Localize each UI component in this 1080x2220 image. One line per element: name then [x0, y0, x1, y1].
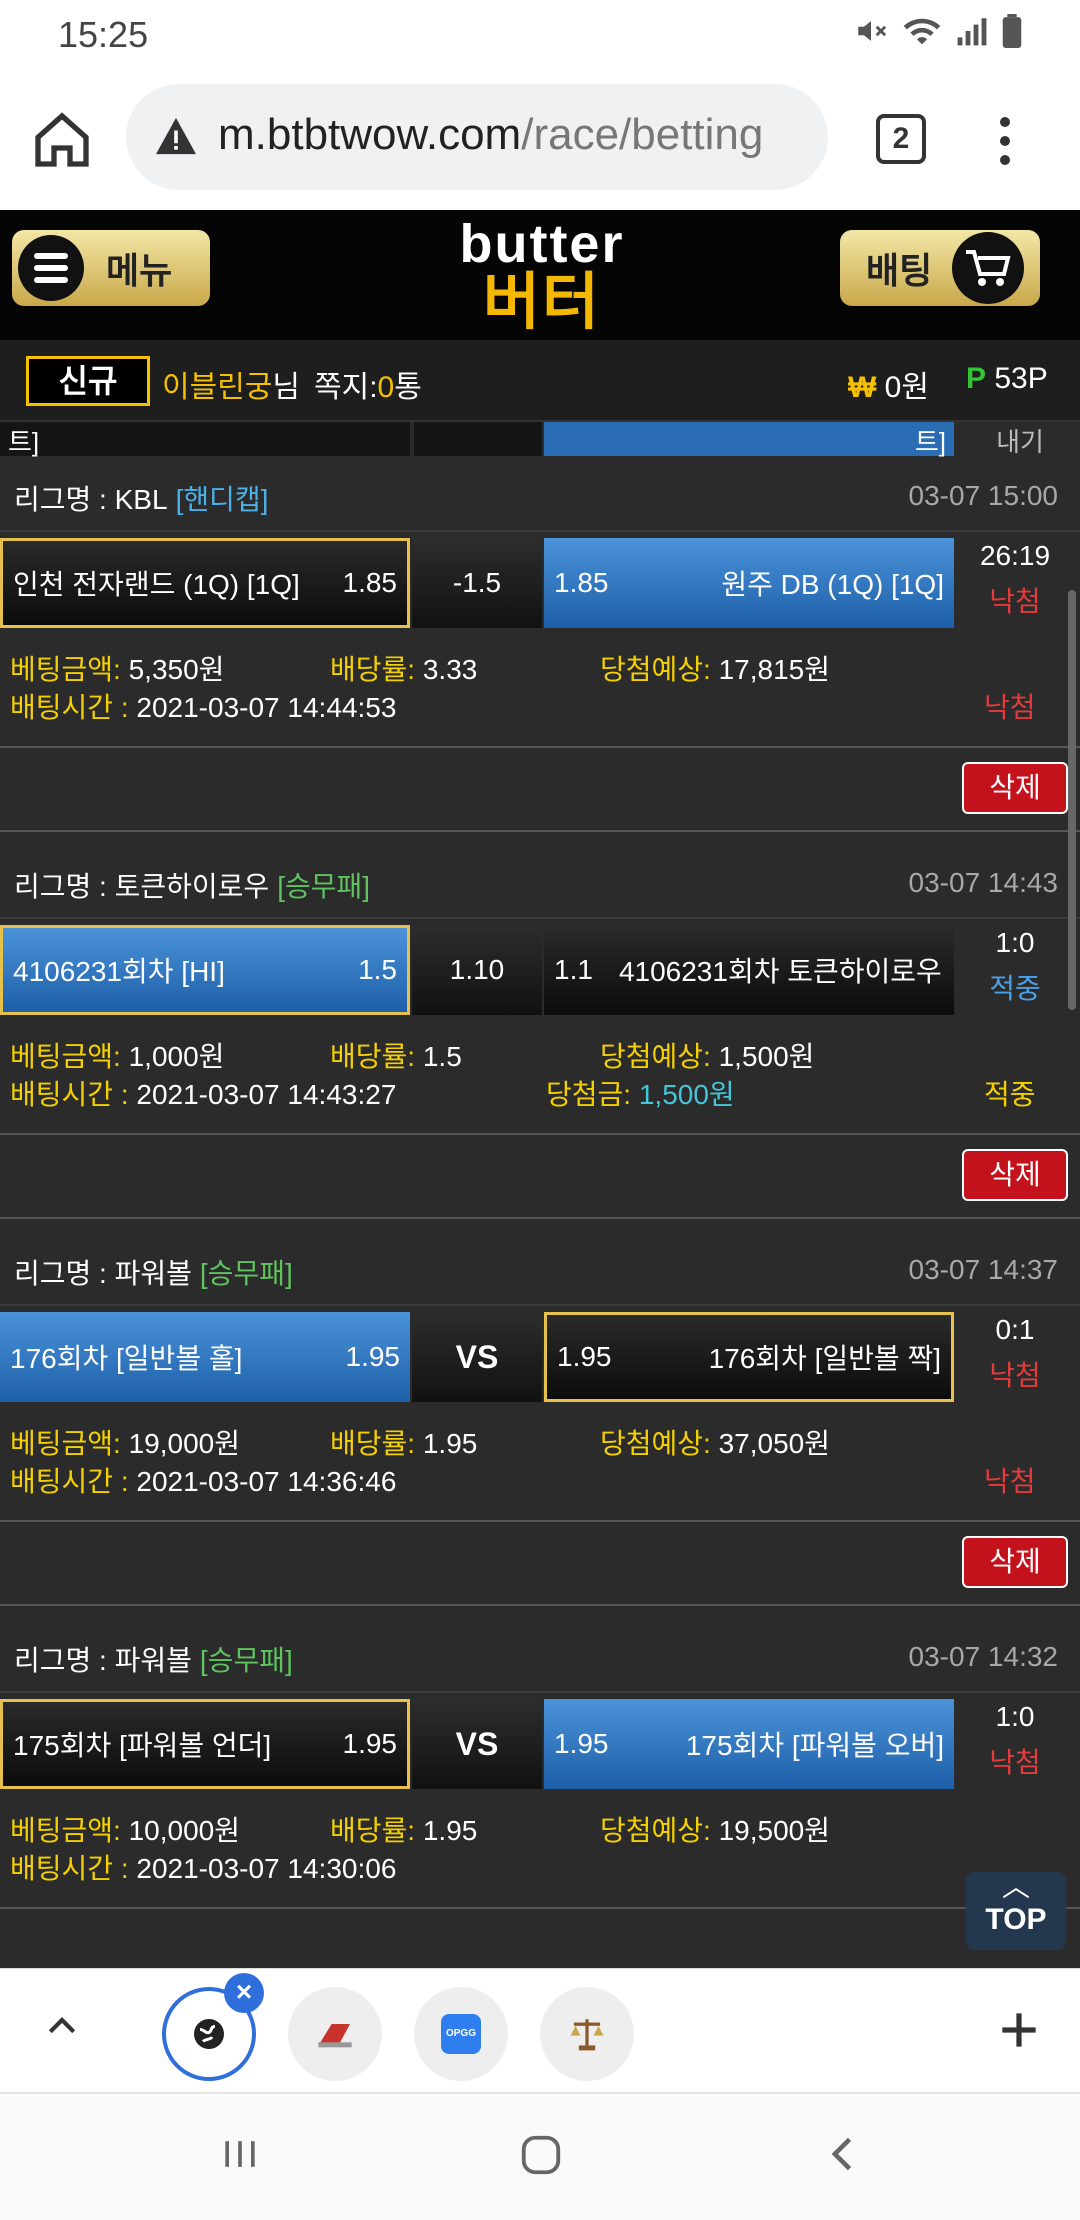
vs-label: VS	[412, 1312, 542, 1402]
chevron-up-icon: ︿	[1001, 1871, 1030, 1902]
tab-scale[interactable]	[540, 1987, 634, 2081]
away-team-pick: 1.85 원주 DB (1Q) [1Q]	[544, 538, 954, 628]
warning-icon[interactable]	[154, 116, 198, 156]
vs-label: VS	[412, 1699, 542, 1789]
match-time: 03-07 14:43	[908, 867, 1058, 898]
bet-result: 낙첨	[984, 1466, 1036, 1497]
bet-info: 베팅금액: 5,350원 배당률: 3.33 당첨예상: 17,815원 배팅시…	[0, 628, 1080, 748]
chevron-up-icon[interactable]	[42, 2005, 82, 2045]
league-row: 리그명 : 파워볼 [승무패] 03-07 14:32	[0, 1619, 1080, 1693]
back-icon[interactable]	[822, 2132, 866, 2176]
system-nav-bar	[0, 2096, 1080, 2220]
match-result: 26:19 낙첨	[979, 540, 1051, 617]
site-logo[interactable]: butter 버터	[420, 216, 664, 336]
scroll-top-button[interactable]: ︿ TOP	[966, 1872, 1066, 1950]
league-row: 리그명 : KBL [핸디캡] 03-07 15:00	[0, 458, 1080, 532]
delete-button[interactable]: 삭제	[962, 1149, 1068, 1201]
status-bar: 15:25	[0, 0, 1080, 68]
close-tab-icon[interactable]: ×	[224, 1973, 264, 2013]
match-row: 175회차 [파워볼 언더] 1.95 VS 1.95 175회차 [파워볼 오버]…	[0, 1695, 1080, 1789]
status-icons	[854, 14, 1022, 48]
battery-icon	[1002, 14, 1022, 48]
opgg-icon: OPGG	[441, 2014, 481, 2054]
match-row: 인천 전자랜드 (1Q) [1Q] 1.85 -1.5 1.85 원주 DB (1Q…	[0, 534, 1080, 628]
tab-red-app[interactable]	[288, 1987, 382, 2081]
hamburger-icon	[18, 235, 84, 301]
red-app-icon	[318, 2024, 352, 2048]
bet-info: 베팅금액: 1,000원 배당률: 1.5 당첨예상: 1,500원 배팅시간 …	[0, 1015, 1080, 1135]
memo-link[interactable]: 쪽지:0통	[314, 362, 422, 406]
bet-result: 적중	[984, 1079, 1036, 1110]
match-result: 0:1 낙첨	[989, 1314, 1041, 1391]
handicap-value: -1.5	[412, 538, 542, 628]
betting-cart-button[interactable]: 배팅	[840, 230, 1040, 306]
more-menu-icon[interactable]	[996, 112, 1014, 172]
partial-bet-row: 트] 트] 내기	[0, 422, 1080, 458]
match-time: 03-07 14:37	[908, 1254, 1058, 1285]
match-row: 4106231회차 [HI] 1.5 1.10 1.1 4106231회차 토큰하이…	[0, 921, 1080, 1015]
bet-info: 베팅금액: 10,000원 배당률: 1.95 당첨예상: 19,500원 배팅…	[0, 1789, 1080, 1909]
bet-info: 베팅금액: 19,000원 배당률: 1.95 당첨예상: 37,050원 배팅…	[0, 1402, 1080, 1522]
logo-ko: 버터	[482, 268, 602, 337]
league-row: 리그명 : 토큰하이로우 [승무패] 03-07 14:43	[0, 845, 1080, 919]
menu-button[interactable]: 메뉴	[12, 230, 210, 306]
site-header: 메뉴 butter 버터 배팅	[0, 210, 1080, 340]
tab-opgg[interactable]: OPGG	[414, 1987, 508, 2081]
match-row: 176회차 [일반볼 홀] 1.95 VS 1.95 176회차 [일반볼 짝] 0…	[0, 1308, 1080, 1402]
away-team-pick: 1.1 4106231회차 토큰하이로우	[544, 925, 954, 1015]
signal-icon	[957, 18, 987, 46]
browser-toolbar: m.btbtwow.com/race/betting 2	[0, 68, 1080, 210]
match-result: 1:0 낙첨	[989, 1701, 1041, 1778]
tab-switcher-button[interactable]: 2	[876, 114, 926, 164]
home-nav-icon[interactable]	[518, 2132, 564, 2178]
away-team-pick: 1.95 176회차 [일반볼 짝]	[544, 1312, 954, 1402]
add-tab-icon[interactable]	[994, 2005, 1044, 2055]
money-balance: ₩ 0원	[848, 371, 929, 404]
league-row: 리그명 : 파워볼 [승무패] 03-07 14:37	[0, 1232, 1080, 1306]
tab-strip: × OPGG	[0, 1968, 1080, 2094]
menu-label: 메뉴	[106, 250, 173, 291]
bet-result: 낙첨	[984, 692, 1036, 723]
user-info-bar: 신규 이블린궁님 쪽지:0통 ₩ 0원 P 53P	[0, 340, 1080, 422]
match-time: 03-07 15:00	[908, 480, 1058, 511]
home-team-pick: 176회차 [일반볼 홀] 1.95	[0, 1312, 410, 1402]
recent-apps-icon[interactable]	[218, 2132, 262, 2176]
bet-card: 리그명 : KBL [핸디캡] 03-07 15:00 인천 전자랜드 (1Q) …	[0, 458, 1080, 834]
mute-icon	[858, 21, 887, 41]
logo-en: butter	[459, 214, 625, 274]
home-team-pick: 4106231회차 [HI] 1.5	[0, 925, 410, 1015]
home-team-pick: 인천 전자랜드 (1Q) [1Q] 1.85	[0, 538, 410, 628]
home-icon[interactable]	[30, 108, 94, 172]
bet-card: 리그명 : 토큰하이로우 [승무패] 03-07 14:43 4106231회차 …	[0, 845, 1080, 1221]
match-time: 03-07 14:32	[908, 1641, 1058, 1672]
scale-icon	[570, 2019, 604, 2051]
away-team-pick: 1.95 175회차 [파워볼 오버]	[544, 1699, 954, 1789]
cart-icon	[952, 232, 1025, 304]
points-balance: P 53P	[966, 362, 1048, 395]
wifi-icon	[903, 18, 941, 45]
url-text[interactable]: m.btbtwow.com/race/betting	[218, 110, 763, 160]
bet-card: 리그명 : 파워볼 [승무패] 03-07 14:32 175회차 [파워볼 언더…	[0, 1619, 1080, 1968]
home-team-pick: 175회차 [파워볼 언더] 1.95	[0, 1699, 410, 1789]
globe-icon	[194, 2019, 224, 2049]
bet-label: 배팅	[866, 250, 933, 291]
level-badge: 신규	[26, 356, 150, 406]
bet-history-list: 트] 트] 내기 리그명 : KBL [핸디캡] 03-07 15:00 인천 전…	[0, 422, 1080, 1968]
match-result: 1:0 적중	[989, 927, 1041, 1004]
delete-button[interactable]: 삭제	[962, 762, 1068, 814]
scrollbar-thumb[interactable]	[1068, 590, 1076, 1010]
delete-button[interactable]: 삭제	[962, 1536, 1068, 1588]
address-bar[interactable]: m.btbtwow.com/race/betting	[126, 84, 828, 190]
username[interactable]: 이블린궁님	[162, 362, 300, 406]
status-time: 15:25	[58, 14, 149, 55]
draw-odds: 1.10	[412, 925, 542, 1015]
bet-card: 리그명 : 파워볼 [승무패] 03-07 14:37 176회차 [일반볼 홀]…	[0, 1232, 1080, 1608]
